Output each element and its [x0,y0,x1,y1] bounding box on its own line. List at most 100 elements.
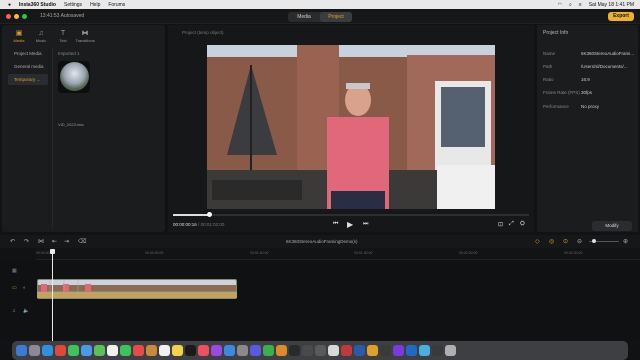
contacts-icon[interactable] [146,345,157,356]
tracking-icon[interactable]: ◎ [549,238,554,245]
notes-icon[interactable] [172,345,183,356]
category-project-media[interactable]: Project Media [8,48,48,59]
imported-label: Imported 1 [58,51,80,56]
keynote-icon[interactable] [250,345,261,356]
reminders-icon[interactable] [159,345,170,356]
terminal-icon[interactable] [289,345,300,356]
finder-icon[interactable] [16,345,27,356]
category-temporary[interactable]: Temporary ... [8,74,48,85]
delete-icon[interactable]: ⌫ [78,238,86,245]
info-row-path: Path/Users/sl/Documents/... [543,64,628,69]
vlc-icon[interactable] [432,345,443,356]
insta360-studio-icon[interactable] [367,345,378,356]
zoom-out-icon[interactable]: ⊖ [577,238,582,245]
system-settings-icon[interactable] [237,345,248,356]
activity-monitor-icon[interactable] [302,345,313,356]
maps-icon[interactable] [94,345,105,356]
screenshot-icon[interactable] [315,345,326,356]
tab-media-library[interactable]: ▣ Media [8,30,30,43]
tab-transitions[interactable]: ⧓ Transitions [74,30,96,43]
info-row-fps: Frame Rate (FPS) 30fps [543,90,593,95]
facetime-icon[interactable] [120,345,131,356]
tab-project[interactable]: Project [320,12,352,22]
video-frame-image [207,45,495,209]
snapshot-icon[interactable]: ⊡ [498,221,503,228]
search-icon[interactable]: ⌕ [569,2,572,8]
mode-switch: Media Project [288,12,352,22]
numbers-icon[interactable] [263,345,274,356]
zoom-in-icon[interactable]: ⊕ [623,238,628,245]
volume-icon[interactable]: 🔈 [23,308,29,314]
player-panel: Project (temp object) 00:00:00:16 / 00:0… [168,25,534,232]
track-visibility-icon[interactable]: ◐ [23,285,26,291]
music-icon: ♫ [38,30,44,37]
trash-icon[interactable] [445,345,456,356]
redo-icon[interactable]: ↷ [24,238,29,245]
next-frame-icon[interactable]: ⏭ [363,221,368,228]
speed-icon[interactable]: ⊙ [563,238,568,245]
ruler-tick: 00:01:30:00 [354,251,373,255]
playback-progress-bar[interactable] [173,212,529,217]
menu-help[interactable]: Help [90,2,100,8]
transitions-icon: ⧓ [81,30,89,37]
apple-icon[interactable]: ● [8,2,11,8]
zoom-handle[interactable] [592,239,596,243]
premiere-icon[interactable] [393,345,404,356]
tab-music[interactable]: ♫ Music [30,30,52,43]
ruler-tick: 00:00:30:00 [145,251,164,255]
word-icon[interactable] [354,345,365,356]
fullscreen-icon[interactable]: ⤢ [509,221,514,228]
pages-icon[interactable] [276,345,287,356]
calendar-icon[interactable] [133,345,144,356]
ruler-tick: 00:01:00:00 [250,251,269,255]
app-store-icon[interactable] [224,345,235,356]
trim-left-icon[interactable]: ⇤ [52,238,57,245]
menu-settings[interactable]: Settings [64,2,82,8]
zoom-window-icon[interactable] [22,14,27,19]
category-general-media[interactable]: General media [8,61,48,72]
control-center-icon[interactable]: ≡ [579,2,582,8]
safari-icon[interactable] [42,345,53,356]
preview-icon[interactable] [328,345,339,356]
tv-icon[interactable] [185,345,196,356]
zoom-app-icon[interactable] [406,345,417,356]
minimize-window-icon[interactable] [14,14,19,19]
media-thumbnail[interactable] [58,61,90,93]
video-preview[interactable] [207,45,495,209]
tab-media[interactable]: Media [288,12,320,22]
chrome-icon[interactable] [55,345,66,356]
launchpad-icon[interactable] [29,345,40,356]
modify-button[interactable]: Modify [592,221,632,231]
settings-icon[interactable]: ⛭ [520,221,525,228]
menu-app-name[interactable]: Insta360 Studio [19,2,56,8]
video-track-icon[interactable]: ▭ [12,285,17,291]
keyframe-icon[interactable]: ◇ [535,238,540,245]
menu-forums[interactable]: Forums [108,2,125,8]
timecode: 00:00:00:16 / 00:01:02:00 [173,222,225,227]
undo-icon[interactable]: ↶ [10,238,15,245]
telegram-icon[interactable] [419,345,430,356]
timeline-ruler[interactable]: 00:00:00:00 00:00:30:00 00:01:00:00 00:0… [36,248,640,260]
photos-icon[interactable] [107,345,118,356]
menubar-clock[interactable]: Sat May 18 1:41 PM [589,2,634,8]
acrobat-icon[interactable] [341,345,352,356]
final-cut-icon[interactable] [380,345,391,356]
play-icon[interactable]: ▶ [347,220,353,229]
progress-handle[interactable] [206,212,212,217]
playhead[interactable] [52,249,53,341]
music-app-icon[interactable] [198,345,209,356]
wifi-icon[interactable]: ◠ [558,2,562,8]
split-icon[interactable]: ⋈ [38,238,44,245]
previous-frame-icon[interactable]: ⏮ [333,221,338,228]
close-window-icon[interactable] [6,14,11,19]
messages-icon[interactable] [68,345,79,356]
ruler-tick: 00:02:30:00 [564,251,583,255]
info-row-ratio: Ratio 16:9 [543,77,590,82]
export-button[interactable]: Export [608,12,634,21]
mail-icon[interactable] [81,345,92,356]
project-info-panel: Project Info Name 6K360StereoAudioFrami..… [537,25,638,232]
tab-text[interactable]: T Text [52,30,74,43]
timeline-toolbar: ↶ ↷ ⋈ ⇤ ⇥ ⌫ 6K360StereoAudioFramingDemo(… [0,235,640,248]
podcasts-icon[interactable] [211,345,222,356]
trim-right-icon[interactable]: ⇥ [64,238,69,245]
